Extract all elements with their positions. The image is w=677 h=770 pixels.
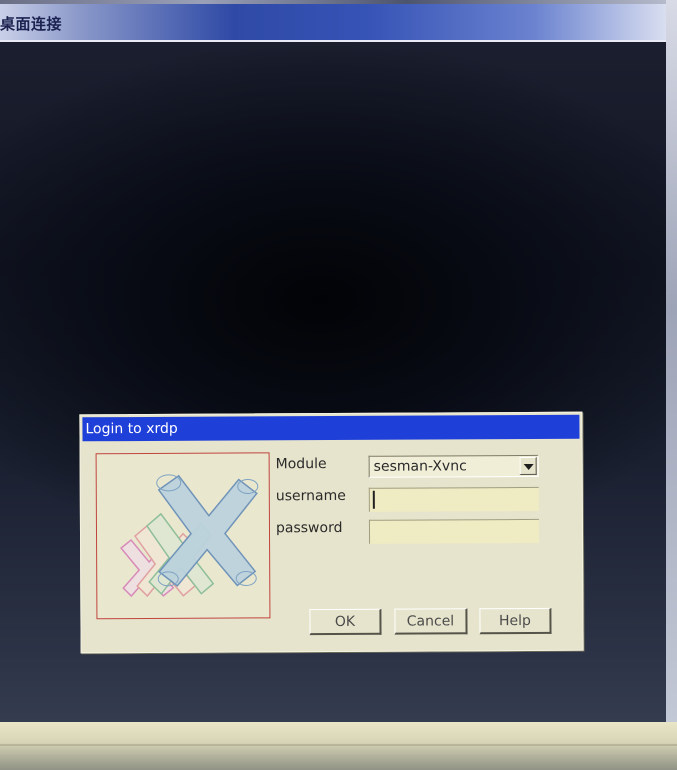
module-label: Module bbox=[275, 456, 327, 473]
dialog-title: Login to xrdp bbox=[85, 420, 178, 438]
xrdp-login-dialog: Login to xrdp Module sesman-Xvnc usernam… bbox=[79, 411, 584, 654]
text-caret bbox=[372, 490, 375, 509]
remote-desktop-title: 桌面连接 bbox=[0, 15, 63, 33]
password-input[interactable] bbox=[368, 518, 540, 544]
monitor-bezel-line bbox=[0, 744, 677, 746]
ok-button[interactable]: OK bbox=[309, 608, 382, 636]
remote-desktop-screen: 桌面连接 Login to xrdp Module sesman-Xvnc us… bbox=[0, 0, 677, 770]
window-right-edge bbox=[666, 0, 677, 770]
password-label: password bbox=[275, 519, 343, 537]
module-select-value: sesman-Xvnc bbox=[373, 458, 467, 475]
xrdp-logo-panel bbox=[95, 452, 271, 620]
remote-desktop-titlebar[interactable]: 桌面连接 bbox=[0, 4, 666, 42]
cancel-button[interactable]: Cancel bbox=[394, 608, 468, 635]
monitor-bezel-bottom bbox=[0, 722, 677, 770]
xrdp-x-logo-icon bbox=[120, 474, 259, 598]
username-input[interactable] bbox=[368, 486, 539, 512]
help-button[interactable]: Help bbox=[479, 607, 552, 635]
dialog-titlebar[interactable]: Login to xrdp bbox=[82, 414, 580, 442]
username-label: username bbox=[275, 487, 346, 505]
module-select[interactable]: sesman-Xvnc bbox=[368, 454, 539, 478]
chevron-down-icon[interactable] bbox=[519, 456, 537, 476]
